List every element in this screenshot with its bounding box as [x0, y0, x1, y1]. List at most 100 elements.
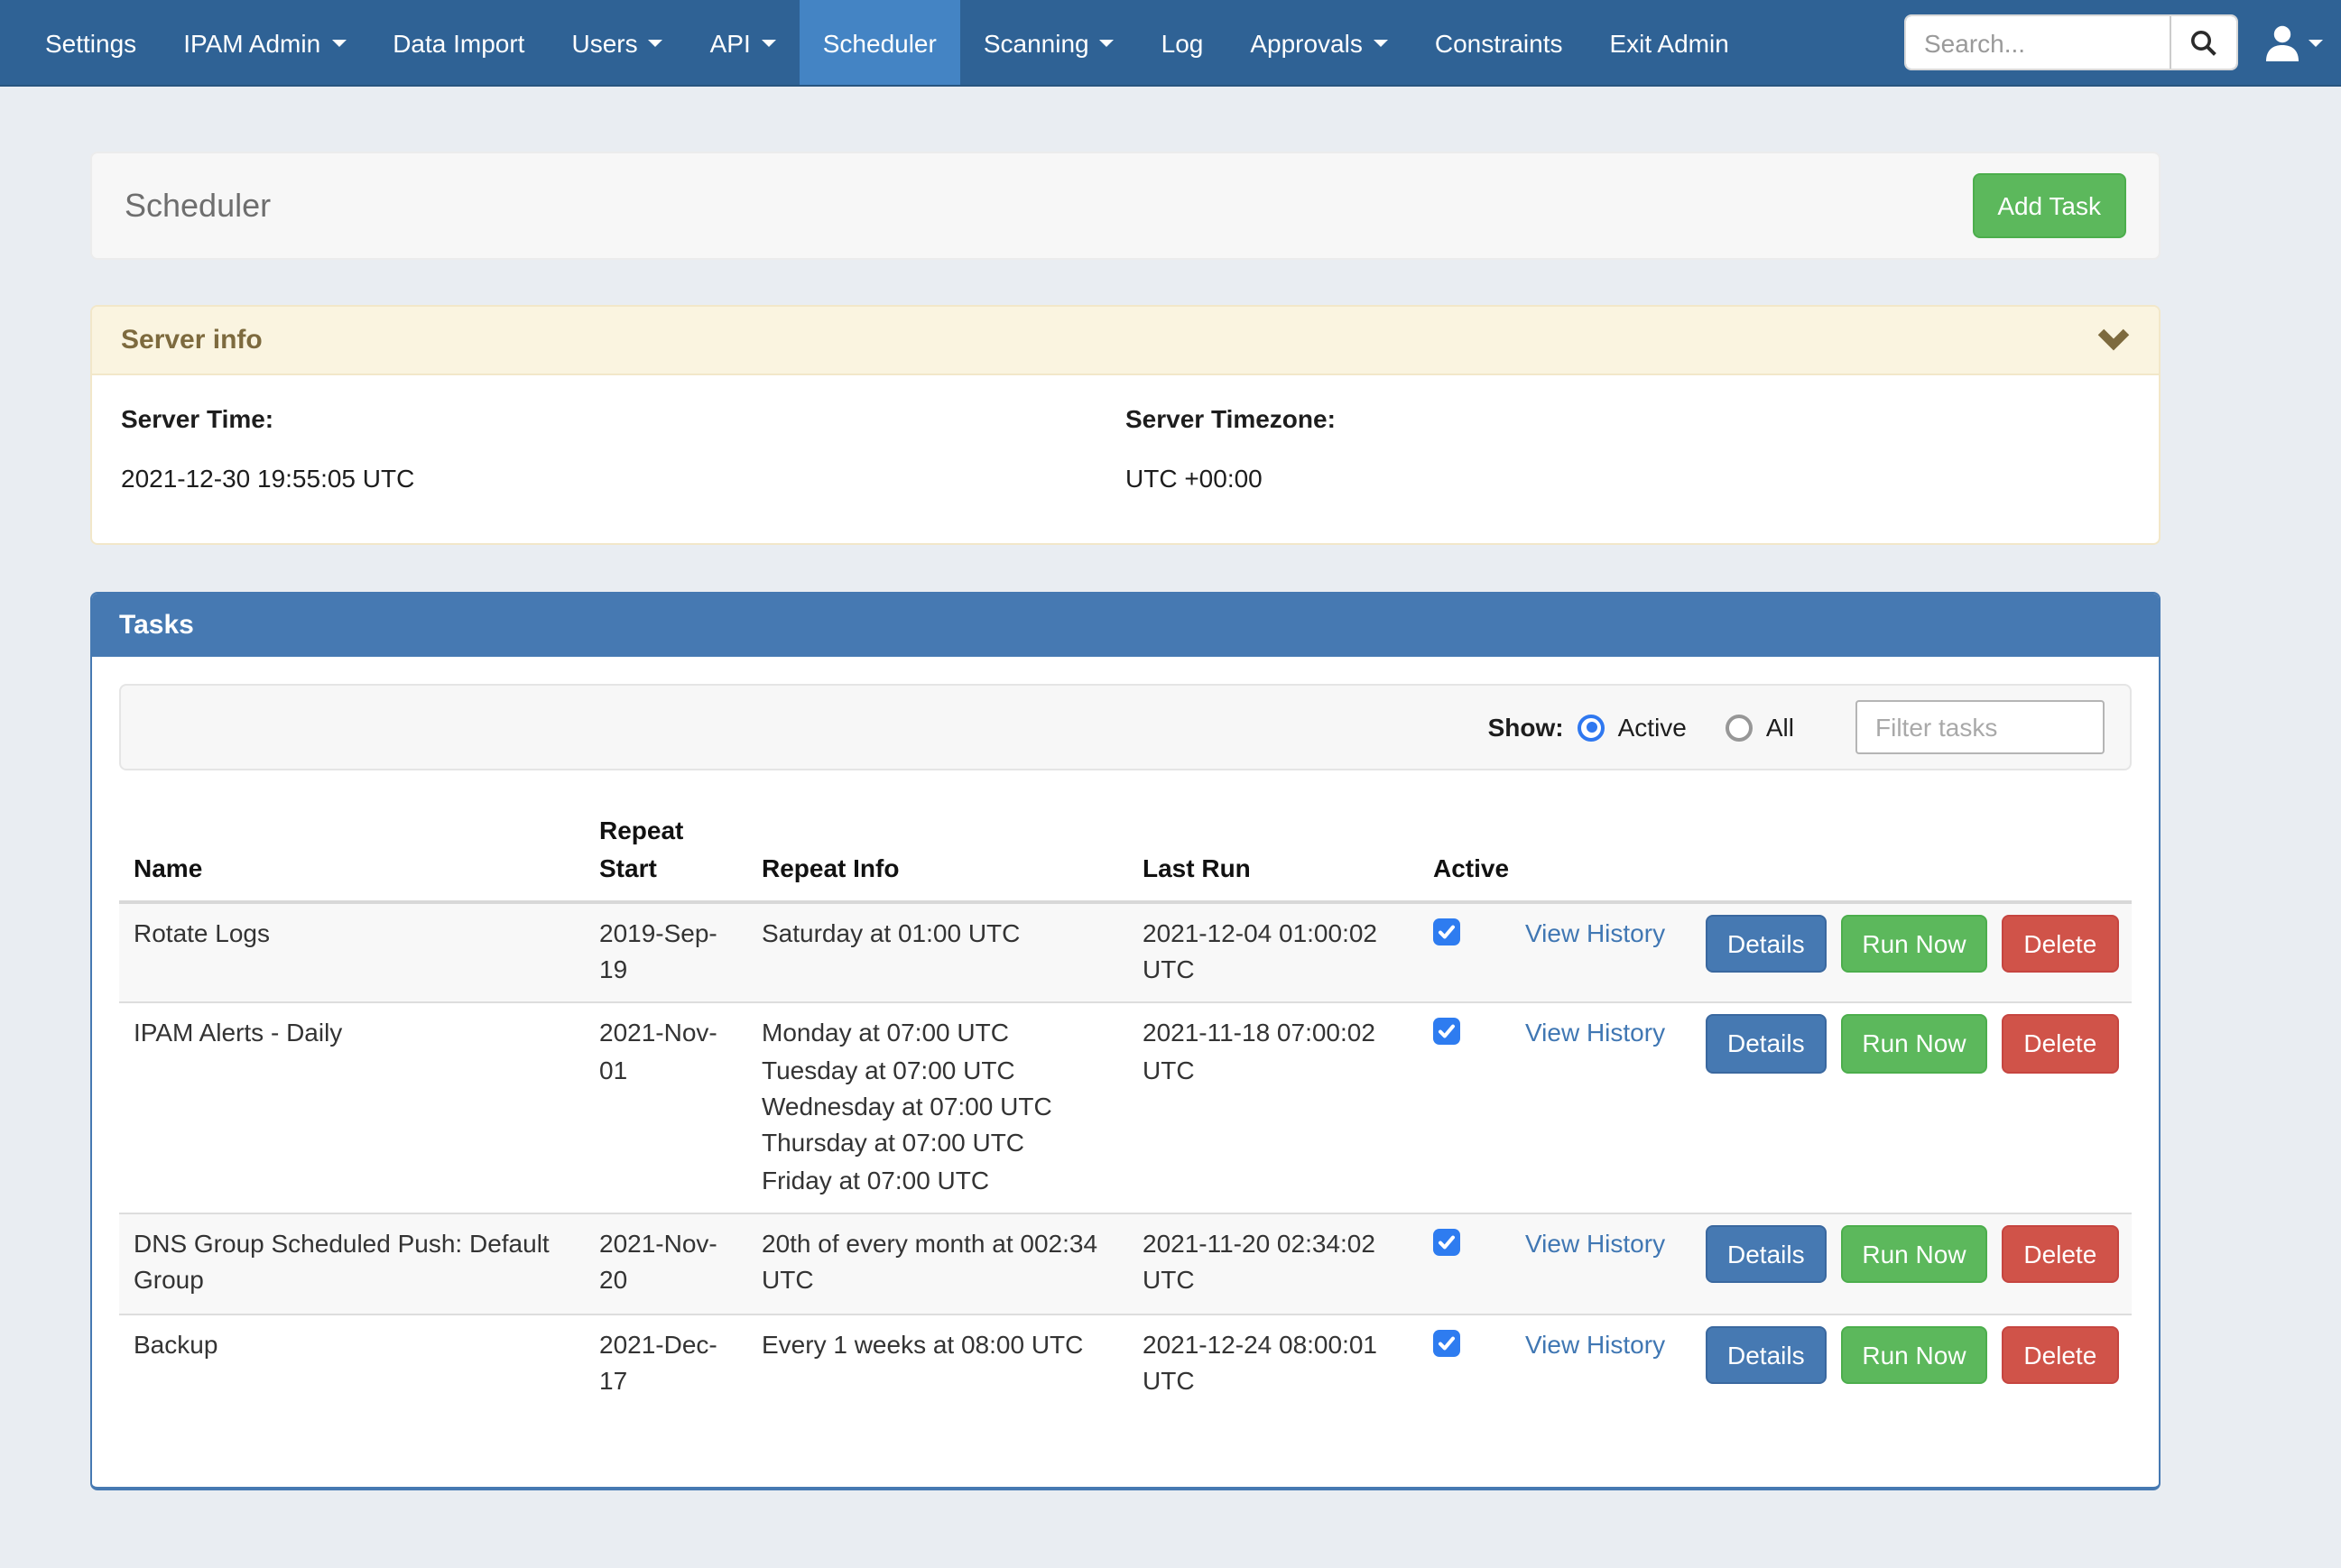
- active-checkbox[interactable]: [1433, 1019, 1460, 1046]
- task-repeat-start: 2021-Nov-20: [585, 1213, 747, 1314]
- page-title: Scheduler: [125, 187, 271, 225]
- nav-item-label: Users: [571, 28, 637, 57]
- server-info-header[interactable]: Server info: [92, 308, 2159, 376]
- search-button[interactable]: [2170, 16, 2236, 69]
- nav-item-label: IPAM Admin: [183, 28, 320, 57]
- add-task-button[interactable]: Add Task: [1972, 173, 2126, 239]
- caret-down-icon: [331, 39, 346, 46]
- page: Settings IPAM Admin Data Import Users AP…: [0, 0, 2341, 1568]
- task-name: Rotate Logs: [119, 902, 585, 1003]
- nav-item-ipam-admin[interactable]: IPAM Admin: [160, 0, 369, 85]
- task-last-run: 2021-12-24 08:00:01 UTC: [1128, 1314, 1419, 1413]
- nav-item-label: Constraints: [1435, 28, 1563, 57]
- chevron-down-icon[interactable]: [2097, 327, 2130, 355]
- column-header-name: Name: [119, 798, 585, 902]
- tasks-panel: Tasks Show: Active All: [90, 593, 2161, 1491]
- nav-item-label: Approvals: [1250, 28, 1363, 57]
- show-label: Show:: [1488, 714, 1564, 742]
- check-icon: [1437, 1022, 1457, 1042]
- caret-down-icon: [2309, 39, 2323, 46]
- details-button[interactable]: Details: [1706, 1015, 1827, 1074]
- task-name: DNS Group Scheduled Push: Default Group: [119, 1213, 585, 1314]
- tasks-panel-body: Show: Active All Name Repeat: [92, 658, 2159, 1488]
- nav-item-label: Settings: [45, 28, 136, 57]
- task-repeat-start: 2021-Nov-01: [585, 1003, 747, 1213]
- task-repeat-start: 2019-Sep-19: [585, 902, 747, 1003]
- task-name: IPAM Alerts - Daily: [119, 1003, 585, 1213]
- page-header: Scheduler Add Task: [90, 152, 2161, 261]
- run-now-button[interactable]: Run Now: [1840, 1015, 1987, 1074]
- nav-item-scheduler[interactable]: Scheduler: [800, 0, 960, 85]
- delete-button[interactable]: Delete: [2002, 1015, 2118, 1074]
- delete-button[interactable]: Delete: [2002, 1325, 2118, 1384]
- nav-item-settings[interactable]: Settings: [22, 0, 160, 85]
- delete-button[interactable]: Delete: [2002, 1225, 2118, 1284]
- details-button[interactable]: Details: [1706, 915, 1827, 973]
- table-row: Rotate Logs 2019-Sep-19 Saturday at 01:0…: [119, 902, 2132, 1003]
- nav-item-label: Scanning: [984, 28, 1089, 57]
- nav-item-data-import[interactable]: Data Import: [369, 0, 548, 85]
- table-header-row: Name Repeat Start Repeat Info Last Run A…: [119, 798, 2132, 902]
- task-last-run: 2021-11-18 07:00:02 UTC: [1128, 1003, 1419, 1213]
- server-time-value: 2021-12-30 19:55:05 UTC: [121, 465, 1125, 493]
- nav-item-users[interactable]: Users: [548, 0, 686, 85]
- check-icon: [1437, 1333, 1457, 1352]
- nav-item-api[interactable]: API: [687, 0, 800, 85]
- column-header-repeat-info: Repeat Info: [747, 798, 1128, 902]
- nav-item-scanning[interactable]: Scanning: [960, 0, 1138, 85]
- show-all-label[interactable]: All: [1766, 714, 1794, 742]
- run-now-button[interactable]: Run Now: [1840, 915, 1987, 973]
- search-input[interactable]: [1906, 16, 2170, 69]
- active-checkbox[interactable]: [1433, 918, 1460, 945]
- table-row: DNS Group Scheduled Push: Default Group …: [119, 1213, 2132, 1314]
- nav-item-label: API: [710, 28, 751, 57]
- show-all-radio[interactable]: [1726, 715, 1753, 742]
- check-icon: [1437, 922, 1457, 942]
- nav-item-approvals[interactable]: Approvals: [1226, 0, 1411, 85]
- view-history-link[interactable]: View History: [1525, 1019, 1665, 1047]
- server-time-block: Server Time: 2021-12-30 19:55:05 UTC: [121, 405, 1125, 493]
- user-menu[interactable]: [2265, 23, 2323, 61]
- active-checkbox[interactable]: [1433, 1229, 1460, 1256]
- nav-item-exit-admin[interactable]: Exit Admin: [1587, 0, 1753, 85]
- nav-items: Settings IPAM Admin Data Import Users AP…: [22, 0, 1753, 85]
- run-now-button[interactable]: Run Now: [1840, 1325, 1987, 1384]
- details-button[interactable]: Details: [1706, 1225, 1827, 1284]
- top-navbar: Settings IPAM Admin Data Import Users AP…: [0, 0, 2341, 87]
- view-history-link[interactable]: View History: [1525, 1229, 1665, 1258]
- column-header-active: Active: [1419, 798, 1511, 902]
- delete-button[interactable]: Delete: [2002, 915, 2118, 973]
- caret-down-icon: [1374, 39, 1388, 46]
- run-now-button[interactable]: Run Now: [1840, 1225, 1987, 1284]
- active-checkbox[interactable]: [1433, 1329, 1460, 1356]
- nav-item-log[interactable]: Log: [1138, 0, 1227, 85]
- server-timezone-value: UTC +00:00: [1125, 465, 2130, 493]
- server-info-title: Server info: [121, 326, 263, 356]
- task-last-run: 2021-12-04 01:00:02 UTC: [1128, 902, 1419, 1003]
- column-header-history: [1511, 798, 1691, 902]
- caret-down-icon: [649, 39, 663, 46]
- view-history-link[interactable]: View History: [1525, 1329, 1665, 1358]
- filter-tasks-input[interactable]: [1855, 701, 2105, 755]
- search-icon: [2189, 28, 2218, 57]
- server-timezone-block: Server Timezone: UTC +00:00: [1125, 405, 2130, 493]
- task-repeat-info: 20th of every month at 002:34 UTC: [747, 1213, 1128, 1314]
- nav-item-label: Data Import: [393, 28, 524, 57]
- task-name: Backup: [119, 1314, 585, 1413]
- column-header-repeat-start: Repeat Start: [585, 798, 747, 902]
- view-history-link[interactable]: View History: [1525, 918, 1665, 947]
- server-time-label: Server Time:: [121, 405, 1125, 434]
- show-active-radio[interactable]: [1578, 715, 1605, 742]
- nav-item-label: Scheduler: [823, 28, 937, 57]
- task-repeat-info: Saturday at 01:00 UTC: [747, 902, 1128, 1003]
- nav-item-label: Exit Admin: [1610, 28, 1729, 57]
- nav-item-constraints[interactable]: Constraints: [1411, 0, 1587, 85]
- server-timezone-label: Server Timezone:: [1125, 405, 2130, 434]
- search-group: [1904, 14, 2238, 70]
- nav-item-label: Log: [1161, 28, 1204, 57]
- show-active-label[interactable]: Active: [1618, 714, 1687, 742]
- details-button[interactable]: Details: [1706, 1325, 1827, 1384]
- task-repeat-info: Every 1 weeks at 08:00 UTC: [747, 1314, 1128, 1413]
- server-info-panel: Server info Server Time: 2021-12-30 19:5…: [90, 306, 2161, 546]
- column-header-last-run: Last Run: [1128, 798, 1419, 902]
